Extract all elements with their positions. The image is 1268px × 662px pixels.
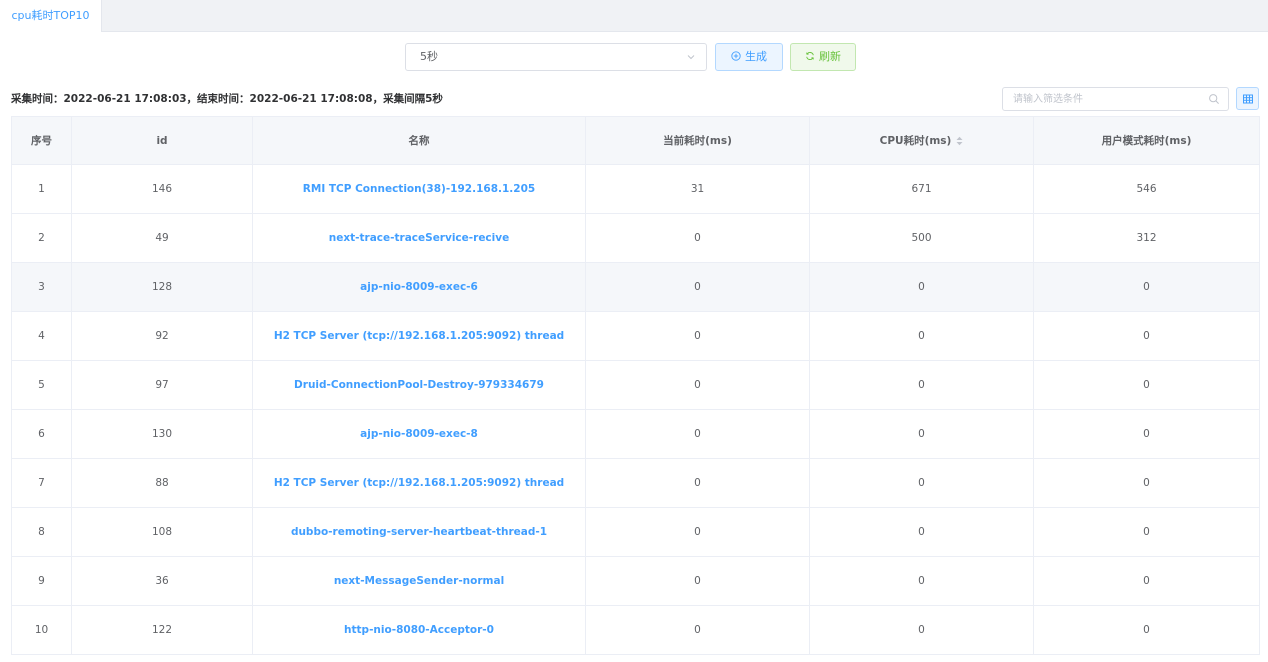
- cell-name[interactable]: dubbo-remoting-server-heartbeat-thread-1: [252, 507, 586, 557]
- cell-cpu-time: 0: [809, 409, 1034, 459]
- cell-name[interactable]: Druid-ConnectionPool-Destroy-979334679: [252, 360, 586, 410]
- cell-user-time: 546: [1033, 164, 1260, 214]
- cell-id: 88: [71, 458, 253, 508]
- plus-circle-icon: [731, 51, 741, 61]
- cell-cpu-time: 0: [809, 556, 1034, 606]
- sort-caret-icon[interactable]: [956, 136, 963, 146]
- cell-name[interactable]: next-MessageSender-normal: [252, 556, 586, 606]
- cell-cpu-time: 0: [809, 360, 1034, 410]
- column-header-user-time: 用户模式耗时(ms): [1033, 116, 1260, 165]
- cell-user-time: 0: [1033, 556, 1260, 606]
- table-row[interactable]: 1 146 RMI TCP Connection(38)-192.168.1.205…: [11, 164, 1260, 214]
- cell-index: 1: [11, 164, 72, 214]
- cell-index: 9: [11, 556, 72, 606]
- cell-id: 97: [71, 360, 253, 410]
- cell-current-time: 0: [585, 262, 810, 312]
- table-row[interactable]: 5 97 Druid-ConnectionPool-Destroy-97933467…: [11, 360, 1260, 410]
- cell-cpu-time: 0: [809, 311, 1034, 361]
- cell-cpu-time: 0: [809, 262, 1034, 312]
- column-settings-button[interactable]: [1236, 87, 1259, 110]
- cell-cpu-time: 671: [809, 164, 1034, 214]
- cell-user-time: 0: [1033, 262, 1260, 312]
- cell-cpu-time: 500: [809, 213, 1034, 263]
- cell-id: 122: [71, 605, 253, 655]
- cell-index: 7: [11, 458, 72, 508]
- table-row[interactable]: 6 130 ajp-nio-8009-exec-8 0 0 0: [11, 409, 1260, 459]
- collection-info: 采集时间：2022-06-21 17:08:03，结束时间：2022-06-21…: [11, 93, 443, 105]
- cell-index: 8: [11, 507, 72, 557]
- filter-input[interactable]: [1013, 92, 1193, 107]
- cell-cpu-time: 0: [809, 458, 1034, 508]
- filter-box[interactable]: [1002, 87, 1229, 111]
- table-row[interactable]: 4 92 H2 TCP Server (tcp://192.168.1.205:90…: [11, 311, 1260, 361]
- cell-current-time: 0: [585, 507, 810, 557]
- column-header-cpu-time-label: CPU耗时(ms): [879, 135, 952, 147]
- cell-user-time: 0: [1033, 311, 1260, 361]
- cell-name[interactable]: RMI TCP Connection(38)-192.168.1.205: [252, 164, 586, 214]
- table-row[interactable]: 3 128 ajp-nio-8009-exec-6 0 0 0: [11, 262, 1260, 312]
- cell-id: 130: [71, 409, 253, 459]
- interval-select-value: 5秒: [420, 50, 438, 63]
- table-header-row: 序号 id 名称 当前耗时(ms) CPU耗时(ms) 用户模式耗时(ms): [11, 116, 1260, 165]
- cell-current-time: 0: [585, 605, 810, 655]
- cell-current-time: 0: [585, 458, 810, 508]
- cell-user-time: 0: [1033, 507, 1260, 557]
- cell-user-time: 0: [1033, 458, 1260, 508]
- cell-id: 36: [71, 556, 253, 606]
- column-header-id: id: [71, 116, 253, 165]
- cell-index: 10: [11, 605, 72, 655]
- table-columns-icon: [1243, 94, 1253, 104]
- cell-name[interactable]: ajp-nio-8009-exec-8: [252, 409, 586, 459]
- cell-index: 3: [11, 262, 72, 312]
- cell-index: 5: [11, 360, 72, 410]
- cell-current-time: 0: [585, 556, 810, 606]
- cell-id: 92: [71, 311, 253, 361]
- column-header-name: 名称: [252, 116, 586, 165]
- cell-id: 108: [71, 507, 253, 557]
- cell-name[interactable]: http-nio-8080-Acceptor-0: [252, 605, 586, 655]
- cell-current-time: 31: [585, 164, 810, 214]
- table-row[interactable]: 2 49 next-trace-traceService-recive 0 500 312: [11, 213, 1260, 263]
- cell-id: 128: [71, 262, 253, 312]
- cell-name[interactable]: next-trace-traceService-recive: [252, 213, 586, 263]
- interval-select[interactable]: 5秒: [405, 43, 707, 71]
- column-header-cpu-time[interactable]: CPU耗时(ms): [809, 116, 1034, 165]
- generate-button[interactable]: 生成: [715, 43, 783, 71]
- refresh-button-label: 刷新: [819, 50, 841, 63]
- cell-index: 4: [11, 311, 72, 361]
- column-header-index: 序号: [11, 116, 72, 165]
- refresh-icon: [806, 52, 814, 60]
- table-row[interactable]: 8 108 dubbo-remoting-server-heartbeat-thre…: [11, 507, 1260, 557]
- cell-current-time: 0: [585, 360, 810, 410]
- table-row[interactable]: 7 88 H2 TCP Server (tcp://192.168.1.205:90…: [11, 458, 1260, 508]
- column-header-current-time: 当前耗时(ms): [585, 116, 810, 165]
- toolbar: 5秒 生成 刷新: [0, 43, 1268, 71]
- chevron-down-icon: [687, 55, 695, 60]
- table-row[interactable]: 10 122 http-nio-8080-Acceptor-0 0 0 0: [11, 605, 1260, 655]
- cell-index: 2: [11, 213, 72, 263]
- cell-cpu-time: 0: [809, 507, 1034, 557]
- search-icon[interactable]: [1208, 93, 1220, 105]
- cell-current-time: 0: [585, 311, 810, 361]
- tab-cpu-top10[interactable]: cpu耗时TOP10: [0, 0, 102, 32]
- cell-user-time: 312: [1033, 213, 1260, 263]
- cell-current-time: 0: [585, 409, 810, 459]
- refresh-button[interactable]: 刷新: [790, 43, 856, 71]
- tab-bar: cpu耗时TOP10: [0, 0, 1268, 32]
- cell-user-time: 0: [1033, 360, 1260, 410]
- table-row[interactable]: 9 36 next-MessageSender-normal 0 0 0: [11, 556, 1260, 606]
- generate-button-label: 生成: [745, 50, 767, 63]
- cell-user-time: 0: [1033, 409, 1260, 459]
- cell-user-time: 0: [1033, 605, 1260, 655]
- cell-id: 146: [71, 164, 253, 214]
- cell-name[interactable]: H2 TCP Server (tcp://192.168.1.205:9092)…: [252, 311, 586, 361]
- cell-id: 49: [71, 213, 253, 263]
- cell-name[interactable]: ajp-nio-8009-exec-6: [252, 262, 586, 312]
- cell-cpu-time: 0: [809, 605, 1034, 655]
- cpu-top10-table: 序号 id 名称 当前耗时(ms) CPU耗时(ms) 用户模式耗时(ms) 1…: [11, 116, 1260, 655]
- cell-index: 6: [11, 409, 72, 459]
- cell-name[interactable]: H2 TCP Server (tcp://192.168.1.205:9092)…: [252, 458, 586, 508]
- cell-current-time: 0: [585, 213, 810, 263]
